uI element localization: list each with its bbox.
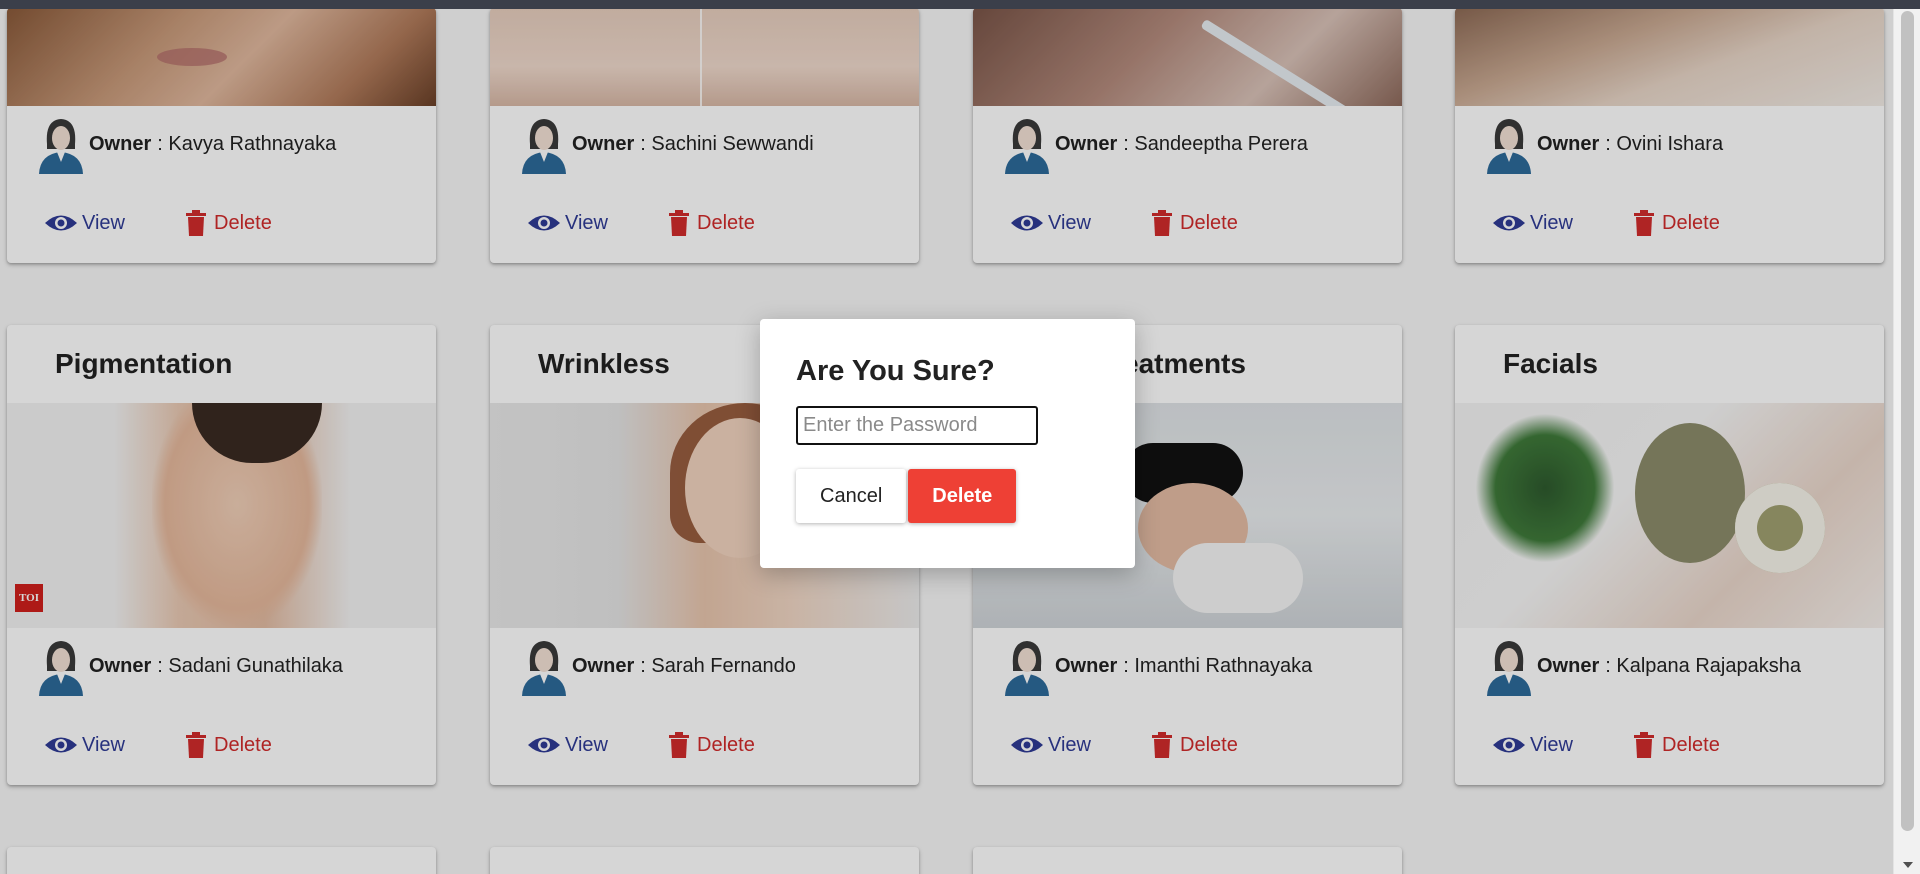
vertical-scrollbar[interactable] xyxy=(1893,9,1920,874)
scrollbar-thumb[interactable] xyxy=(1901,11,1914,831)
dialog-actions: Cancel Delete xyxy=(796,469,1099,523)
confirm-delete-button[interactable]: Delete xyxy=(908,469,1017,523)
confirm-delete-dialog: Are You Sure? Cancel Delete xyxy=(760,319,1135,568)
browser-top-bar xyxy=(0,0,1920,9)
scroll-down-arrow-icon[interactable] xyxy=(1903,862,1913,868)
password-input[interactable] xyxy=(796,406,1038,445)
cancel-button[interactable]: Cancel xyxy=(796,469,907,523)
dialog-title: Are You Sure? xyxy=(796,355,995,387)
